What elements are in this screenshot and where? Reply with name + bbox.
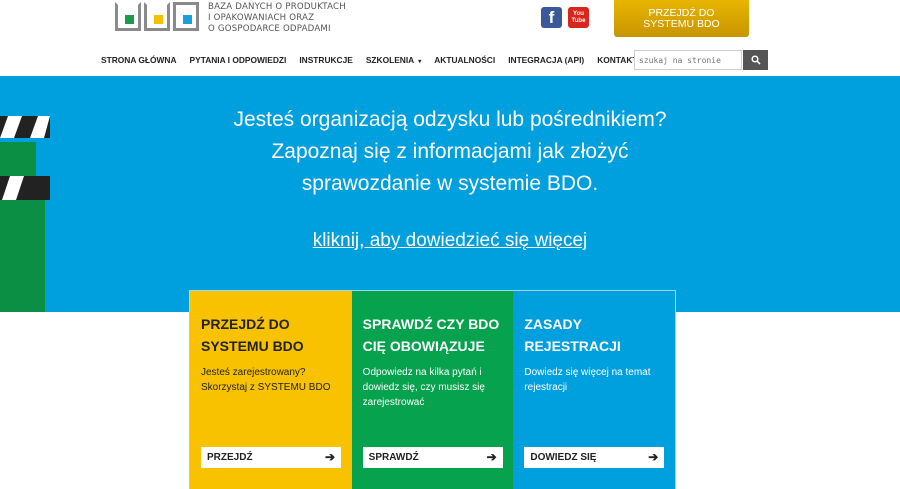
chevron-down-icon: ▾ <box>418 59 422 65</box>
arrow-right-icon: ➔ <box>324 450 335 464</box>
search-icon <box>750 55 761 65</box>
card-title-line: ZASADY <box>524 316 582 332</box>
search-button[interactable] <box>743 50 768 70</box>
card-title-line: SPRAWDŹ CZY BDO <box>362 316 500 332</box>
card-description: Jesteś zarejestrowany? Skorzystaj z SYST… <box>201 367 331 393</box>
card-title: PRZEJDŹ DO SYSTEMU BDO <box>201 313 346 357</box>
hero-line: sprawozdanie w systemie BDO. <box>301 172 599 195</box>
arrow-right-icon: ➔ <box>486 450 497 464</box>
hero-line: Zapoznaj się z informacjami jak złożyć <box>271 140 629 163</box>
header: BAZA DANYCH O PRODUKTACH I OPAKOWANIACH … <box>0 0 900 76</box>
card-title: SPRAWDŹ CZY BDO CIĘ OBOWIĄZUJE <box>363 313 508 357</box>
card-go-to-system: PRZEJDŹ DO SYSTEMU BDO Jesteś zarejestro… <box>190 291 352 489</box>
card-registration-rules: ZASADY REJESTRACJI Dowiedz się więcej na… <box>513 291 676 489</box>
nav-item-trainings[interactable]: SZKOLENIA ▾ <box>366 55 421 65</box>
card-check-obligation: SPRAWDŹ CZY BDO CIĘ OBOWIĄZUJE Odpowiedz… <box>351 291 514 489</box>
go-button[interactable]: PRZEJDŹ ➔ <box>201 447 341 468</box>
card-description: Dowiedz się więcej na temat rejestracji <box>524 367 651 393</box>
logo-letter-o <box>173 2 199 31</box>
logo-green-square <box>125 15 134 24</box>
nav-item-contact[interactable]: KONTAKT <box>597 55 637 65</box>
check-button[interactable]: SPRAWDŹ ➔ <box>362 447 503 468</box>
logo-tagline: BAZA DANYCH O PRODUKTACH I OPAKOWANIACH … <box>208 2 346 35</box>
button-label: PRZEJDŹ <box>207 452 253 463</box>
nav-item-home[interactable]: STRONA GŁÓWNA <box>101 55 177 65</box>
nav-item-instructions[interactable]: INSTRUKCJE <box>299 55 353 65</box>
logo-letter-b <box>115 2 141 31</box>
hero-line: Jesteś organizacją odzysku lub pośrednik… <box>233 108 667 131</box>
facebook-icon[interactable]: f <box>541 7 562 28</box>
tagline-line: I OPAKOWANIACH ORAZ <box>208 13 315 23</box>
youtube-glyph-bottom: Tube <box>571 17 586 24</box>
button-label: SPRAWDŹ <box>368 452 419 463</box>
logo-letter-d <box>144 2 170 31</box>
arrow-right-icon: ➔ <box>648 450 659 464</box>
main-nav: STRONA GŁÓWNA PYTANIA I ODPOWIEDZI INSTR… <box>101 55 651 65</box>
button-label: DOWIEDZ SIĘ <box>530 452 597 463</box>
card-title: ZASADY REJESTRACJI <box>524 313 669 357</box>
logo-yellow-square <box>154 15 163 24</box>
nav-item-news[interactable]: AKTUALNOŚCI <box>434 55 495 65</box>
search-input[interactable] <box>634 50 742 70</box>
card-title-line: CIĘ OBOWIĄZUJE <box>362 338 485 354</box>
action-cards: PRZEJDŹ DO SYSTEMU BDO Jesteś zarejestro… <box>189 290 676 489</box>
nav-item-trainings-label: SZKOLENIA <box>365 55 415 65</box>
page: BAZA DANYCH O PRODUKTACH I OPAKOWANIACH … <box>0 0 900 489</box>
bdo-logo[interactable] <box>115 2 199 33</box>
youtube-icon[interactable]: You Tube <box>568 7 589 28</box>
cta-line: SYSTEMU BDO <box>643 18 720 30</box>
card-title-line: PRZEJDŹ DO <box>201 316 290 332</box>
learn-more-button[interactable]: DOWIEDZ SIĘ ➔ <box>524 447 665 468</box>
hero-banner: Jesteś organizacją odzysku lub pośrednik… <box>0 76 900 312</box>
nav-item-faq[interactable]: PYTANIA I ODPOWIEDZI <box>190 55 287 65</box>
nav-item-api[interactable]: INTEGRACJA (API) <box>508 55 584 65</box>
facebook-glyph: f <box>548 7 555 27</box>
logo-blue-square <box>183 15 192 24</box>
youtube-glyph-top: You <box>573 10 584 17</box>
card-description: Odpowiedz na kilka pytań i dowiedz się, … <box>362 367 485 408</box>
card-title-line: SYSTEMU BDO <box>201 338 304 354</box>
learn-more-link[interactable]: kliknij, aby dowiedzieć się więcej <box>0 230 900 252</box>
tagline-line: O GOSPODARCE ODPADAMI <box>208 24 331 34</box>
card-title-line: REJESTRACJI <box>524 338 621 354</box>
tagline-line: BAZA DANYCH O PRODUKTACH <box>208 2 346 12</box>
go-to-system-button[interactable]: PRZEJDŹ DO SYSTEMU BDO <box>614 0 749 37</box>
